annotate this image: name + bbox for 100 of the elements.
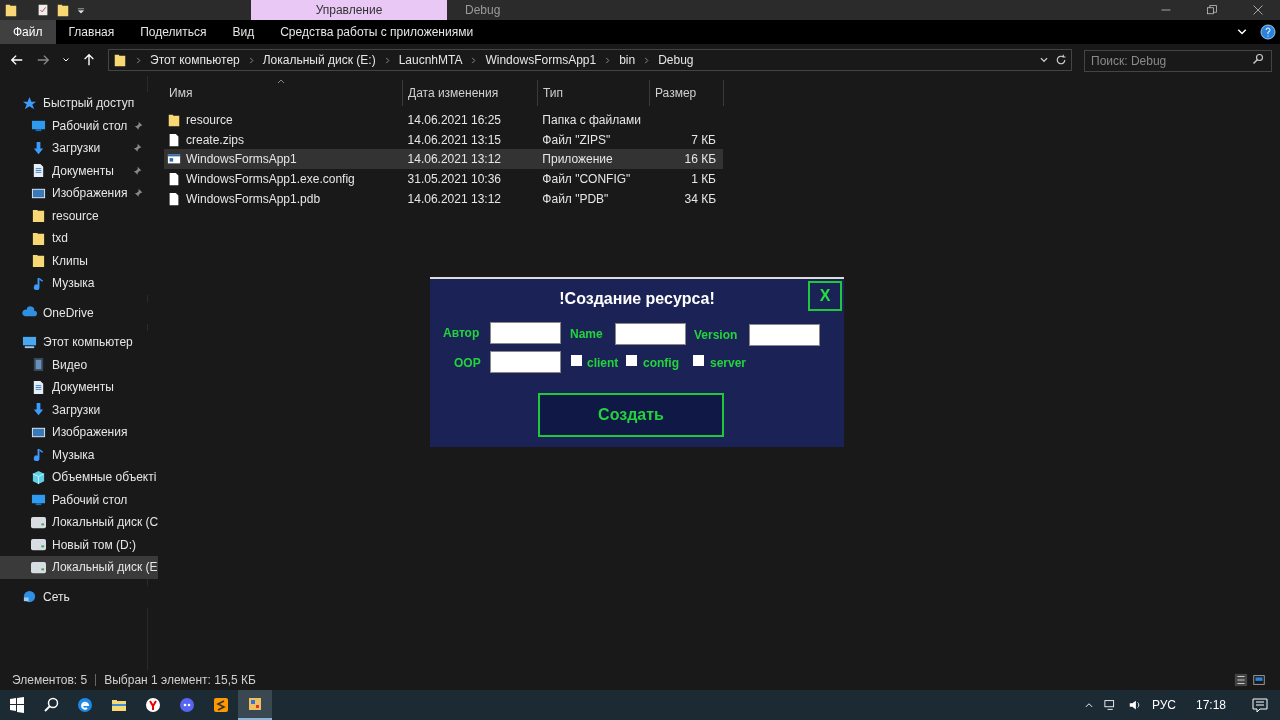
file-row[interactable]: WindowsFormsApp1.exe.config 31.05.2021 10:36 Файл "CONFIG" 1 КБ — [164, 169, 723, 189]
type-cell-text: Файл "CONFIG" — [541, 170, 632, 187]
folder-icon — [31, 230, 46, 246]
input-field[interactable] — [749, 324, 820, 346]
breadcrumb-item[interactable]: Этот компьютер — [150, 52, 240, 68]
type-cell-text: Папка с файлами — [541, 111, 642, 128]
context-tab[interactable]: Управление — [251, 0, 447, 20]
help-icon[interactable] — [1260, 24, 1276, 40]
checkbox-label: client — [587, 355, 619, 372]
window-title: Debug — [465, 2, 501, 18]
details-view-icon[interactable] — [1234, 673, 1248, 687]
breadcrumb-item[interactable]: Локальный диск (E:) — [262, 52, 376, 68]
properties-icon[interactable] — [36, 3, 50, 17]
type-cell-text: Файл "ZIPS" — [541, 131, 612, 148]
type-cell-text: Файл "PDB" — [541, 190, 610, 207]
up-arrow-icon[interactable] — [82, 53, 96, 67]
checkbox[interactable] — [626, 355, 637, 366]
checkbox[interactable] — [693, 355, 704, 366]
breadcrumb-item[interactable]: Debug — [658, 52, 694, 68]
input-field[interactable] — [490, 322, 561, 344]
size-cell: 1 КБ — [691, 170, 716, 187]
pin-icon[interactable] — [133, 188, 144, 199]
music-note-icon — [31, 447, 46, 463]
ribbon-tab[interactable]: Средства работы с приложениями — [267, 20, 487, 44]
gamepad-icon — [179, 697, 195, 713]
document-icon — [31, 379, 46, 395]
ribbon-tab[interactable]: Вид — [219, 20, 268, 44]
size-cell: 34 КБ — [684, 190, 716, 207]
input-field[interactable] — [615, 323, 686, 345]
breadcrumb-item[interactable]: WindowsFormsApp1 — [485, 52, 597, 68]
folder-icon — [113, 53, 127, 67]
chevron-right-icon — [643, 56, 651, 64]
file-name: WindowsFormsApp1.pdb — [186, 190, 321, 207]
star-icon — [22, 95, 37, 111]
close-icon[interactable] — [1252, 4, 1264, 16]
drive-icon — [31, 559, 46, 575]
new-folder-icon[interactable] — [56, 3, 70, 17]
file-row[interactable]: WindowsFormsApp1 14.06.2021 13:12 Приложение 16 КБ — [164, 149, 723, 170]
app-window-icon — [247, 696, 263, 712]
pin-icon[interactable] — [132, 165, 142, 176]
chevron-right-icon — [604, 56, 612, 64]
restore-icon[interactable] — [1206, 4, 1218, 16]
column-header[interactable]: Дата изменения — [403, 80, 538, 106]
date-cell-text: 31.05.2021 10:36 — [406, 170, 502, 187]
monitor-icon — [31, 118, 46, 134]
music-note-icon — [31, 275, 46, 291]
back-arrow-icon[interactable] — [10, 53, 24, 67]
ribbon-tab[interactable]: Главная — [55, 20, 128, 44]
column-header[interactable]: Имя — [164, 80, 403, 106]
file-name: WindowsFormsApp1 — [186, 151, 297, 168]
film-icon — [31, 357, 46, 373]
size-cell: 16 КБ — [684, 151, 716, 168]
windows-start-icon[interactable] — [9, 697, 25, 713]
chevron-down-icon[interactable] — [62, 56, 70, 64]
chevron-down-icon[interactable] — [1039, 55, 1049, 65]
drive-icon — [31, 514, 46, 530]
chevron-up-icon[interactable] — [1083, 700, 1094, 710]
size-cell: 7 КБ — [691, 131, 716, 148]
document-icon — [31, 163, 46, 179]
forward-arrow-icon[interactable] — [36, 53, 50, 67]
checkbox[interactable] — [571, 355, 582, 366]
s-logo-icon — [213, 697, 229, 713]
speaker-icon[interactable] — [1127, 698, 1142, 712]
folder-icon[interactable] — [4, 3, 18, 17]
input-field[interactable] — [490, 351, 561, 373]
item-count: Элементов: 5 — [12, 672, 88, 688]
column-header[interactable]: Тип — [538, 80, 650, 106]
language-indicator[interactable]: РУС — [1151, 697, 1176, 713]
close-button[interactable]: X — [808, 281, 842, 311]
chevron-right-icon — [470, 56, 478, 64]
computer-icon — [22, 334, 37, 350]
field-label: Автор — [443, 325, 480, 342]
dropdown-icon[interactable] — [76, 5, 86, 15]
search-field[interactable]: Поиск: Debug — [1084, 50, 1272, 72]
search-icon[interactable] — [1252, 53, 1264, 65]
file-name: resource — [186, 111, 233, 128]
file-row[interactable]: WindowsFormsApp1.pdb 14.06.2021 13:12 Файл "PDB" 34 КБ — [164, 188, 723, 209]
clock[interactable]: 17:18 — [1195, 697, 1226, 713]
refresh-icon[interactable] — [1055, 54, 1067, 66]
pin-icon[interactable] — [133, 120, 144, 131]
sidebar-item[interactable]: Локальный диск (E — [0, 556, 158, 579]
notification-icon[interactable] — [1252, 697, 1268, 713]
breadcrumb-item[interactable]: LaucnhMTA — [398, 52, 463, 68]
ribbon-tab[interactable]: Поделиться — [127, 20, 220, 44]
e-logo-icon — [77, 697, 93, 713]
y-logo-icon — [145, 697, 161, 713]
file-row[interactable]: create.zips 14.06.2021 13:15 Файл "ZIPS" 7 КБ — [164, 129, 723, 150]
file-icon — [167, 191, 181, 206]
breadcrumb-item[interactable]: bin — [619, 52, 636, 68]
tiles-view-icon[interactable] — [1252, 673, 1266, 687]
search-icon[interactable] — [43, 697, 59, 713]
address-bar[interactable]: Этот компьютер Локальный диск (E:) LaucnhMTA WindowsFormsApp1 bin Debug — [108, 49, 1072, 71]
file-row[interactable]: resource 14.06.2021 16:25 Папка с файлами — [164, 110, 723, 130]
create-button[interactable]: Создать — [538, 393, 724, 437]
folder-icon — [31, 208, 46, 224]
column-header[interactable]: Размер — [650, 80, 724, 106]
pin-icon[interactable] — [132, 143, 142, 154]
checkbox-label: server — [710, 355, 747, 372]
ribbon-tab[interactable]: Файл — [0, 20, 56, 44]
date-cell-text: 14.06.2021 16:25 — [406, 111, 502, 128]
